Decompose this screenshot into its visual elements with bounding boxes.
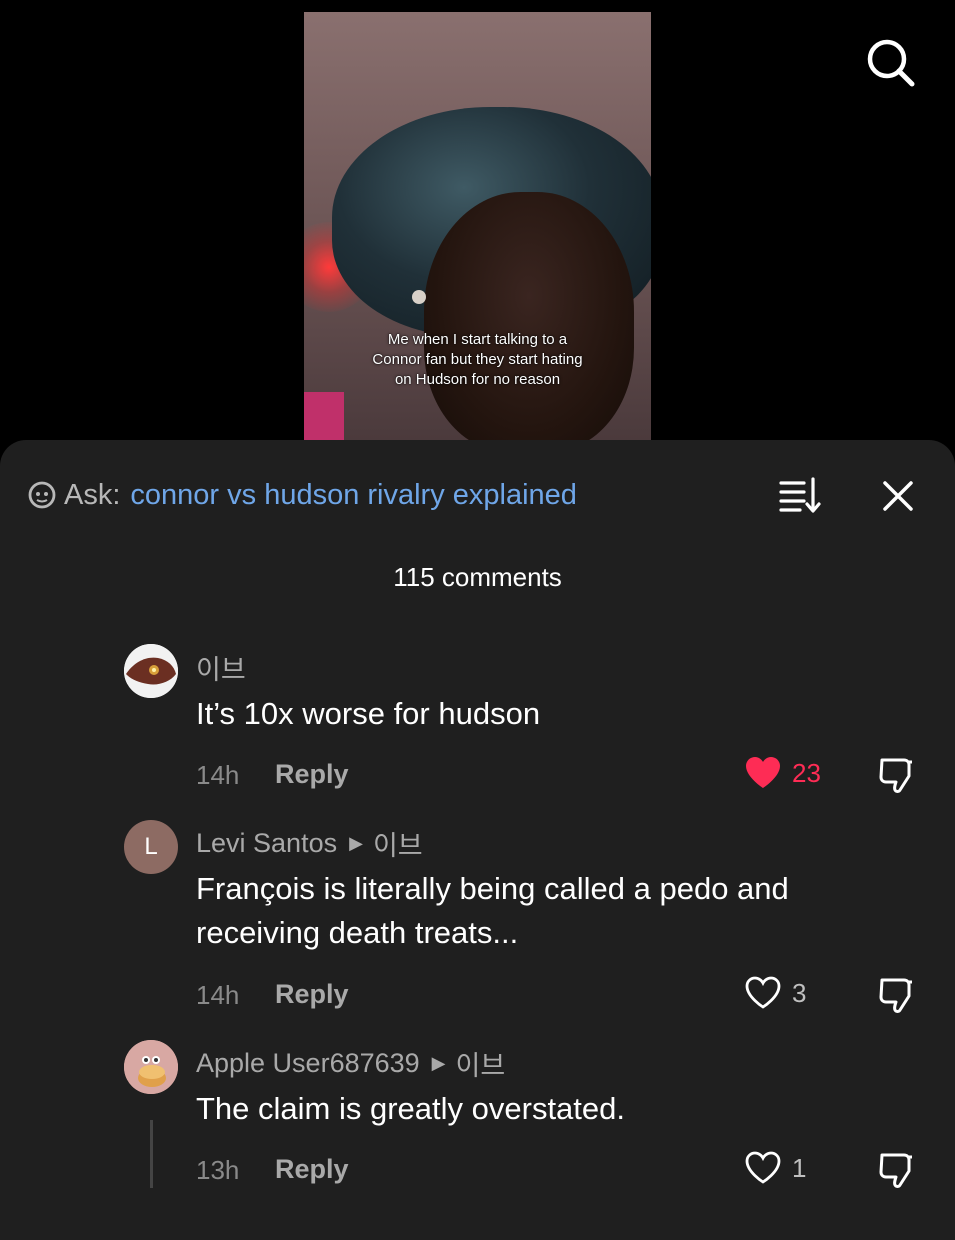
thumbs-down-icon[interactable]: [876, 976, 916, 1014]
like-count: 1: [792, 1152, 807, 1183]
video-caption: Me when I start talking to a Connor fan …: [372, 331, 583, 388]
like-button[interactable]: 3: [744, 976, 806, 1010]
ask-suggestion[interactable]: Ask: connor vs hudson rivalry explained: [28, 478, 577, 512]
like-count: 3: [792, 977, 807, 1008]
search-icon[interactable]: [864, 36, 916, 88]
heart-icon: [746, 757, 780, 788]
ask-query-link[interactable]: connor vs hudson rivalry explained: [130, 479, 577, 512]
comment-text: The claim is greatly overstated.: [196, 1091, 626, 1126]
comment-username[interactable]: Apple User687639 ▶ 이브: [196, 1044, 505, 1083]
heart-icon: [745, 1151, 781, 1184]
like-button[interactable]: 23: [744, 756, 821, 790]
avatar-letter: L: [144, 833, 158, 860]
close-icon[interactable]: [878, 476, 918, 516]
username-text[interactable]: Levi Santos: [196, 828, 337, 859]
username-text[interactable]: 이브: [196, 648, 246, 687]
reply-button[interactable]: Reply: [275, 759, 349, 790]
comment-username[interactable]: 이브: [196, 648, 246, 687]
like-count: 23: [792, 757, 821, 788]
comment-time: 14h: [196, 980, 240, 1010]
username-text[interactable]: Apple User687639: [196, 1048, 420, 1079]
thread-line: [150, 1120, 153, 1188]
avatar[interactable]: [124, 1040, 178, 1094]
reply-to-user[interactable]: 이브: [373, 824, 423, 863]
comment-text: It’s 10x worse for hudson: [196, 696, 541, 731]
person-face: [424, 192, 634, 440]
thumbs-down-icon[interactable]: [876, 1151, 916, 1189]
avatar[interactable]: L: [124, 820, 178, 874]
reply-to-user[interactable]: 이브: [456, 1044, 506, 1083]
comment-username[interactable]: Levi Santos ▶ 이브: [196, 824, 423, 863]
earring: [412, 290, 426, 304]
reply-button[interactable]: Reply: [275, 1154, 349, 1185]
thumbs-down-icon[interactable]: [876, 756, 916, 794]
ask-label: Ask:: [64, 478, 121, 511]
shirt: [304, 392, 344, 440]
like-button[interactable]: 1: [744, 1151, 806, 1185]
heart-icon: [745, 976, 781, 1009]
comment-time: 14h: [196, 760, 240, 790]
comments-count: 115 comments: [393, 562, 562, 592]
sort-icon[interactable]: [778, 475, 822, 515]
reply-button[interactable]: Reply: [275, 979, 349, 1010]
reply-arrow-icon: ▶: [431, 1053, 446, 1073]
avatar[interactable]: [124, 644, 178, 698]
comment-time: 13h: [196, 1155, 240, 1185]
comment-text: François is literally being called a ped…: [196, 871, 789, 950]
video-player[interactable]: Me when I start talking to a Connor fan …: [304, 12, 651, 440]
reply-arrow-icon: ▶: [349, 833, 363, 853]
ask-bot-icon: [28, 481, 56, 509]
